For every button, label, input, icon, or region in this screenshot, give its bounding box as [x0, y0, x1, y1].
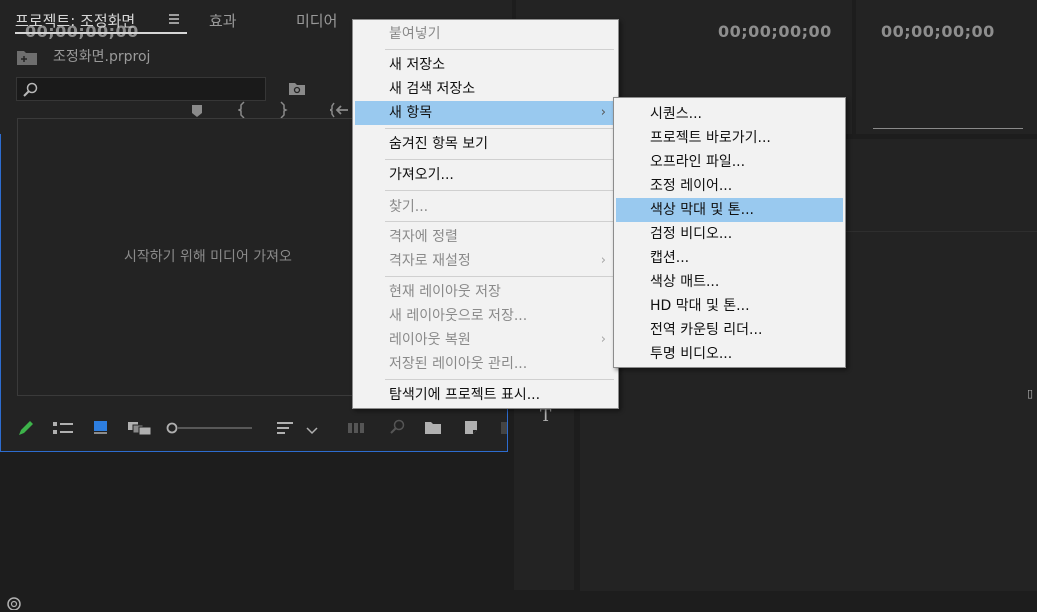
tab-project[interactable]: 프로젝트: 조정화면 — [15, 10, 135, 31]
menu-item-new-search-bin[interactable]: 새 검색 저장소 — [355, 77, 616, 101]
submenu-item-offline-file[interactable]: 오프라인 파일... — [616, 150, 843, 174]
sort-icon[interactable] — [276, 421, 296, 440]
right-monitor-panel — [856, 0, 1037, 134]
status-bar — [0, 595, 1037, 612]
menu-item-reveal-explorer[interactable]: 탐색기에 프로젝트 표시... — [355, 383, 616, 407]
empty-media-message: 시작하기 위해 미디어 가져오 — [124, 249, 292, 265]
menu-item-new-item[interactable]: 새 항목 › — [355, 101, 616, 125]
menu-item-label: 붙여넣기 — [389, 26, 441, 42]
tools-panel — [514, 400, 574, 590]
right-timecode[interactable]: 00;00;00;00 — [881, 22, 995, 41]
type-tool-icon[interactable]: T — [540, 408, 551, 425]
submenu-item-label: 투명 비디오... — [650, 346, 733, 362]
submenu-arrow-icon: › — [600, 253, 606, 268]
menu-item-label: 가져오기... — [389, 167, 454, 183]
submenu-item-adjustment-layer[interactable]: 조정 레이어... — [616, 174, 843, 198]
pencil-icon[interactable] — [17, 419, 35, 440]
search-icon — [23, 82, 38, 100]
tab-media[interactable]: 미디어 — [296, 10, 337, 31]
active-tab-underline — [15, 32, 187, 34]
submenu-item-universal-counting-leader[interactable]: 전역 카운팅 리더... — [616, 318, 843, 342]
submenu-item-sequence[interactable]: 시퀀스... — [616, 102, 843, 126]
menu-item-label: 새 검색 저장소 — [389, 81, 476, 97]
menu-item-label: 새 레이아웃으로 저장... — [389, 308, 528, 324]
menu-item-label: 현재 레이아웃 저장 — [389, 284, 501, 300]
new-item-submenu: 시퀀스... 프로젝트 바로가기... 오프라인 파일... 조정 레이어...… — [613, 97, 846, 368]
menu-item-restore-layout[interactable]: 레이아웃 복원 › — [355, 328, 616, 352]
menu-item-show-hidden[interactable]: 숨겨진 항목 보기 — [355, 132, 616, 156]
submenu-item-label: 시퀀스... — [650, 106, 702, 122]
menu-item-label: 탐색기에 프로젝트 표시... — [389, 387, 541, 403]
menu-item-label: 저장된 레이아웃 관리... — [389, 356, 528, 372]
menu-item-find[interactable]: 찾기... — [355, 195, 616, 219]
submenu-item-label: 색상 매트... — [650, 274, 720, 290]
menu-item-label: 새 항목 — [389, 105, 433, 121]
menu-item-paste[interactable]: 붙여넣기 — [355, 22, 616, 46]
menu-item-import[interactable]: 가져오기... — [355, 163, 616, 187]
menu-item-label: 숨겨진 항목 보기 — [389, 136, 489, 152]
submenu-item-project-shortcut[interactable]: 프로젝트 바로가기... — [616, 126, 843, 150]
find-bin-icon[interactable] — [288, 80, 306, 99]
menu-separator — [385, 49, 614, 50]
icon-view-icon[interactable] — [93, 419, 109, 438]
menu-separator — [385, 190, 614, 191]
find-icon[interactable] — [389, 419, 405, 438]
submenu-item-bars-and-tone[interactable]: 색상 막대 및 톤... — [616, 198, 843, 222]
submenu-arrow-icon: › — [600, 105, 606, 120]
menu-separator — [385, 221, 614, 222]
menu-item-label: 새 저장소 — [389, 57, 445, 73]
menu-item-new-bin[interactable]: 새 저장소 — [355, 53, 616, 77]
menu-separator — [385, 276, 614, 277]
submenu-item-label: 검정 비디오... — [650, 226, 733, 242]
submenu-item-color-matte[interactable]: 색상 매트... — [616, 270, 843, 294]
menu-item-align-grid[interactable]: 격자에 정렬 — [355, 225, 616, 249]
menu-item-save-layout[interactable]: 현재 레이아웃 저장 — [355, 280, 616, 304]
project-folder-icon — [16, 48, 38, 69]
automate-sequence-icon[interactable] — [347, 422, 367, 437]
submenu-item-label: HD 막대 및 톤... — [650, 298, 750, 314]
timeline-edge-icon: ▯ — [1027, 387, 1034, 400]
menu-item-label: 레이아웃 복원 — [389, 332, 471, 348]
new-item-icon[interactable] — [463, 419, 479, 438]
submenu-item-label: 전역 카운팅 리더... — [650, 322, 763, 338]
new-bin-icon[interactable] — [424, 420, 442, 438]
submenu-arrow-icon: › — [600, 332, 606, 347]
submenu-item-label: 프로젝트 바로가기... — [650, 130, 771, 146]
tab-effects[interactable]: 효과 — [209, 10, 237, 31]
menu-separator — [385, 159, 614, 160]
right-scrub-bar[interactable] — [873, 128, 1023, 129]
chevron-down-icon[interactable] — [306, 424, 318, 438]
panel-menu-icon[interactable] — [168, 13, 180, 27]
menu-separator — [385, 128, 614, 129]
zoom-slider[interactable] — [166, 421, 256, 438]
menu-item-reset-grid[interactable]: 격자로 재설정 › — [355, 249, 616, 273]
submenu-item-label: 색상 막대 및 톤... — [650, 202, 754, 218]
submenu-item-label: 오프라인 파일... — [650, 154, 746, 170]
freeform-view-icon[interactable] — [127, 420, 153, 439]
menu-item-save-new-layout[interactable]: 새 레이아웃으로 저장... — [355, 304, 616, 328]
project-file-name: 조정화면.prproj — [53, 49, 151, 65]
trash-icon[interactable] — [500, 419, 508, 438]
menu-item-label: 찾기... — [389, 199, 429, 215]
list-view-icon[interactable] — [52, 421, 74, 438]
creative-cloud-icon[interactable] — [4, 596, 24, 612]
submenu-item-hd-bars-tone[interactable]: HD 막대 및 톤... — [616, 294, 843, 318]
submenu-item-transparent-video[interactable]: 투명 비디오... — [616, 342, 843, 366]
menu-separator — [385, 379, 614, 380]
search-input[interactable] — [16, 77, 266, 101]
context-menu: 붙여넣기 새 저장소 새 검색 저장소 새 항목 › 숨겨진 항목 보기 가져오기… — [352, 19, 619, 409]
submenu-item-black-video[interactable]: 검정 비디오... — [616, 222, 843, 246]
menu-item-manage-layouts[interactable]: 저장된 레이아웃 관리... — [355, 352, 616, 376]
submenu-item-label: 조정 레이어... — [650, 178, 733, 194]
submenu-item-captions[interactable]: 캡션... — [616, 246, 843, 270]
submenu-item-label: 캡션... — [650, 250, 690, 266]
program-timecode[interactable]: 00;00;00;00 — [718, 22, 832, 41]
menu-item-label: 격자에 정렬 — [389, 229, 458, 245]
menu-item-label: 격자로 재설정 — [389, 253, 471, 269]
